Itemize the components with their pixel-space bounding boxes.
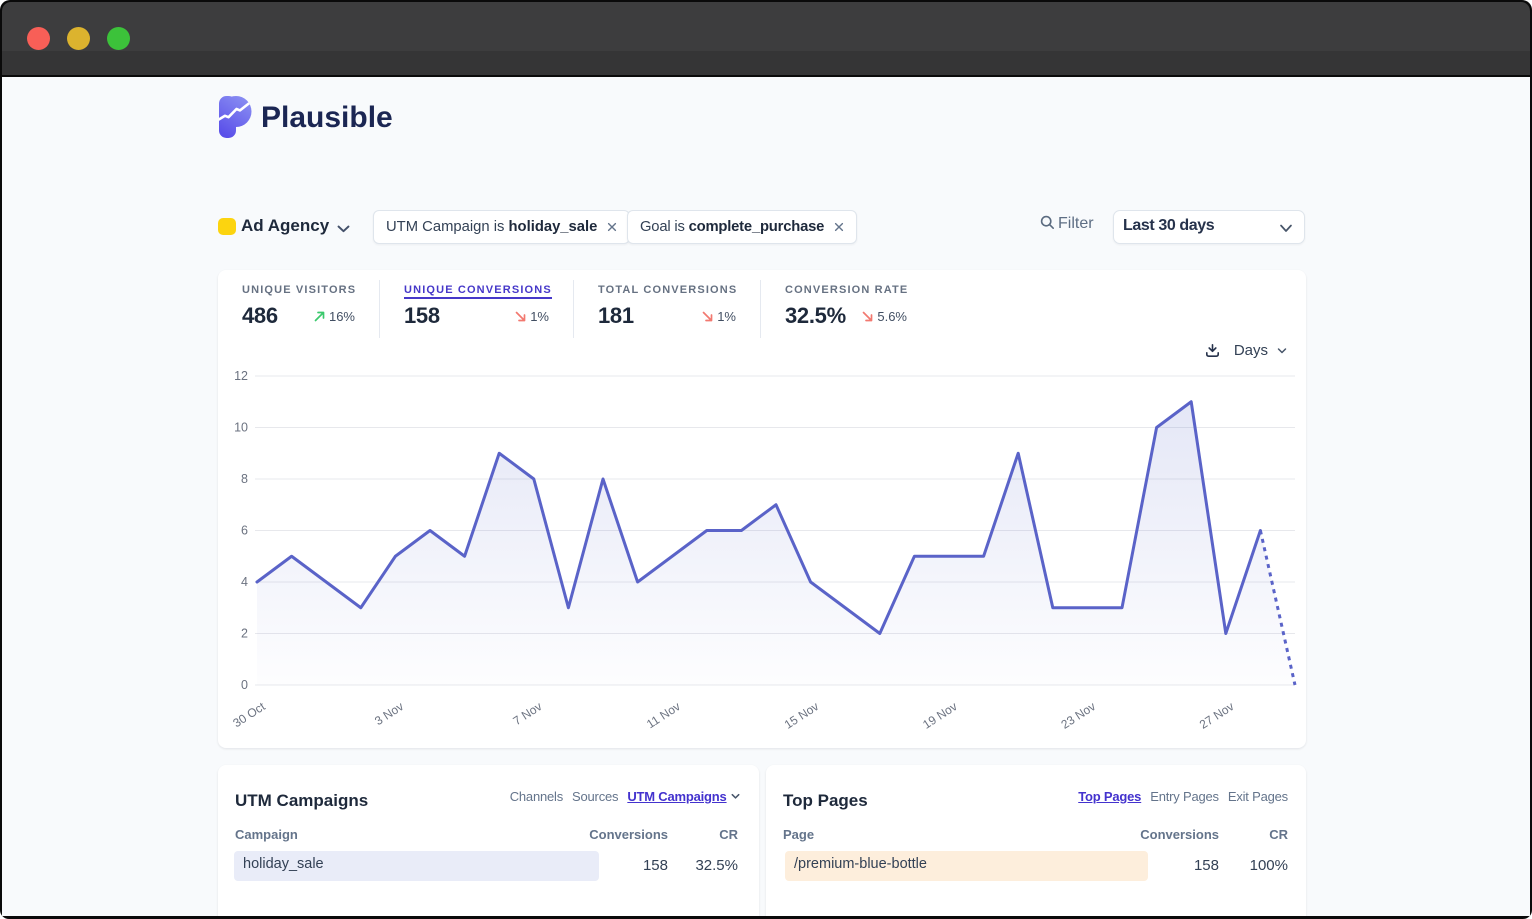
svg-text:7 Nov: 7 Nov [511,699,545,728]
svg-text:3 Nov: 3 Nov [372,699,406,728]
svg-text:12: 12 [234,369,248,383]
svg-text:0: 0 [241,678,248,692]
svg-text:27 Nov: 27 Nov [1197,699,1237,731]
svg-text:8: 8 [241,472,248,486]
svg-text:15 Nov: 15 Nov [782,699,822,731]
svg-text:19 Nov: 19 Nov [920,699,960,731]
svg-text:2: 2 [241,627,248,641]
svg-text:30 Oct: 30 Oct [230,699,268,730]
svg-text:10: 10 [234,421,248,435]
svg-text:11 Nov: 11 Nov [644,699,683,731]
svg-text:6: 6 [241,524,248,538]
svg-text:23 Nov: 23 Nov [1059,699,1099,731]
svg-text:4: 4 [241,575,248,589]
